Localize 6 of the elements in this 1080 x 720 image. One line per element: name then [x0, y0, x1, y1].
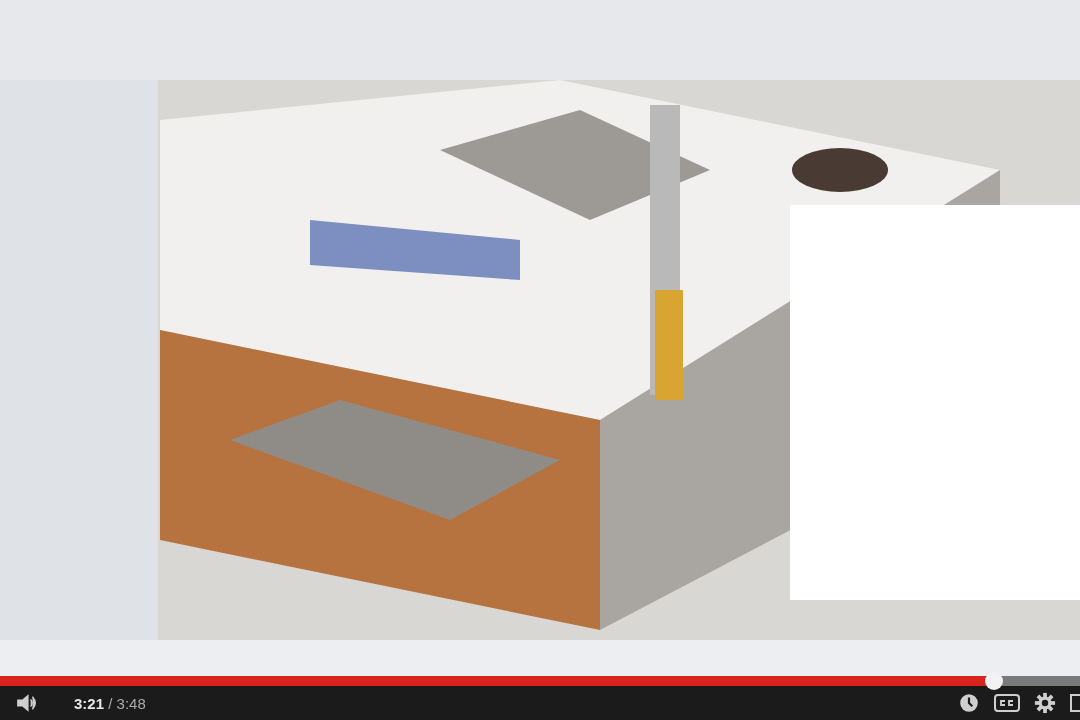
volume-icon[interactable]	[16, 692, 38, 714]
settings-icon[interactable]	[1034, 692, 1056, 714]
captions-icon[interactable]	[994, 694, 1020, 712]
time-display: 3:21 / 3:48	[74, 694, 146, 712]
fullscreen-icon[interactable]	[1070, 692, 1080, 714]
clock-icon[interactable]	[958, 692, 980, 714]
